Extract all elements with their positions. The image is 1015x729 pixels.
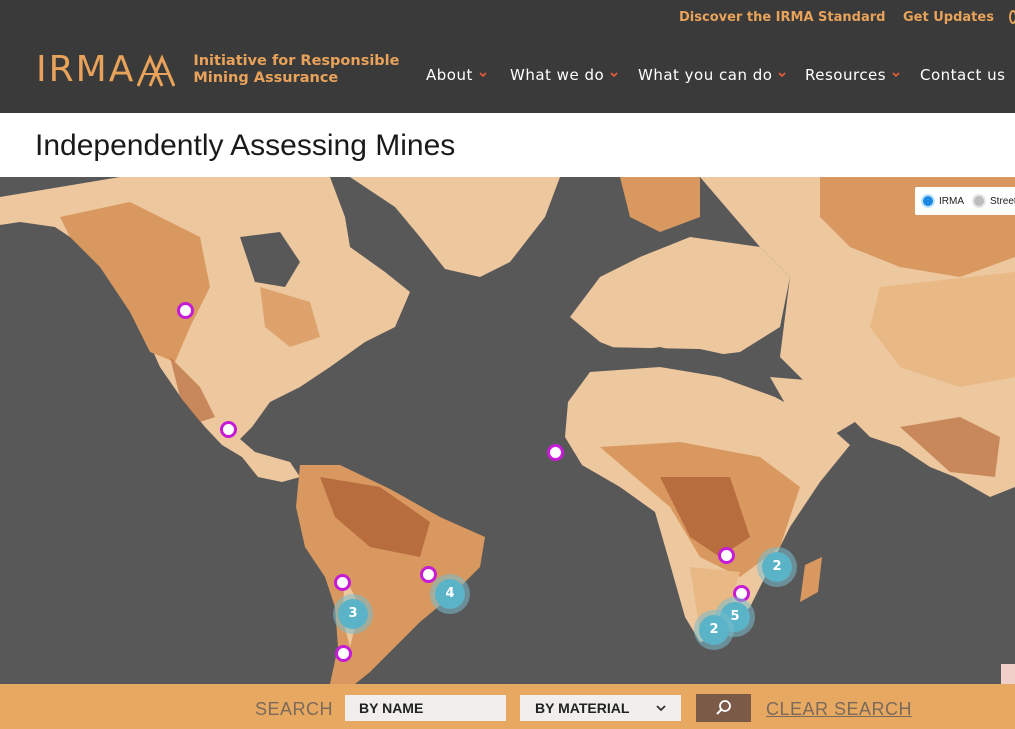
tagline-line-1: Initiative for Responsible	[193, 53, 400, 69]
mine-cluster[interactable]: 3	[333, 594, 373, 634]
map-basemap	[0, 177, 1015, 684]
nav-resources-label: Resources	[805, 66, 887, 84]
discover-standard-link[interactable]: Discover the IRMA Standard	[679, 10, 885, 25]
nav-what-you-can-do-label: What you can do	[638, 66, 773, 84]
street-layer-label[interactable]: Street	[990, 196, 1015, 207]
irma-layer-radio[interactable]	[921, 194, 935, 208]
search-bar: SEARCH BY MATERIAL CLEAR SEARCH	[0, 684, 1015, 729]
material-select[interactable]: BY MATERIAL	[520, 695, 681, 721]
irma-logo[interactable]: IRMA Initiative for Responsible Mining A…	[36, 48, 400, 92]
logo-tagline: Initiative for Responsible Mining Assura…	[193, 53, 399, 87]
street-layer-radio[interactable]	[972, 194, 986, 208]
cluster-count: 2	[762, 552, 792, 582]
chevron-down-icon	[610, 72, 618, 78]
layer-switcher: IRMA Street	[915, 187, 1015, 215]
map-attribution-edge[interactable]	[1001, 664, 1015, 684]
get-updates-link[interactable]: Get Updates	[903, 10, 994, 25]
nav-about-label: About	[426, 66, 473, 84]
nav-about[interactable]: About	[426, 66, 489, 84]
nav-contact-us-label: Contact us	[920, 66, 1006, 84]
chevron-down-icon	[778, 72, 786, 78]
mine-pin[interactable]	[334, 574, 351, 591]
title-band: Independently Assessing Mines	[0, 113, 1015, 177]
site-header: Discover the IRMA Standard Get Updates I…	[0, 0, 1015, 113]
chevron-down-icon	[479, 72, 487, 78]
cluster-count: 2	[699, 615, 729, 645]
mine-pin[interactable]	[177, 302, 194, 319]
nav-what-we-do[interactable]: What we do	[510, 66, 620, 84]
clear-search-link[interactable]: CLEAR SEARCH	[766, 699, 912, 720]
world-map[interactable]: IRMA Street 2 5 2 3 4	[0, 177, 1015, 684]
logo-mark-icon	[137, 54, 176, 87]
mine-pin[interactable]	[220, 421, 237, 438]
nav-resources[interactable]: Resources	[805, 66, 902, 84]
mine-pin[interactable]	[547, 444, 564, 461]
mine-cluster[interactable]: 2	[694, 610, 734, 650]
material-select-value: BY MATERIAL	[535, 700, 630, 716]
search-label: SEARCH	[255, 699, 334, 719]
mine-cluster[interactable]: 4	[430, 574, 470, 614]
page-title: Independently Assessing Mines	[35, 129, 456, 162]
mine-pin[interactable]	[335, 645, 352, 662]
nav-contact-us[interactable]: Contact us	[920, 66, 1005, 84]
mine-cluster[interactable]: 2	[757, 547, 797, 587]
logo-wordmark: IRMA	[36, 49, 136, 90]
utility-edge-icon[interactable]	[1009, 10, 1015, 24]
chevron-down-icon	[892, 72, 900, 78]
tagline-line-2: Mining Assurance	[193, 70, 339, 86]
search-button[interactable]	[696, 694, 751, 722]
search-icon	[715, 700, 731, 715]
cluster-count: 4	[435, 579, 465, 609]
nav-what-we-do-label: What we do	[510, 66, 605, 84]
nav-what-you-can-do[interactable]: What you can do	[638, 66, 788, 84]
mine-pin[interactable]	[718, 547, 735, 564]
chevron-down-icon	[656, 705, 666, 712]
cluster-count: 3	[338, 599, 368, 629]
search-by-name-input[interactable]	[345, 695, 506, 721]
irma-layer-label[interactable]: IRMA	[939, 196, 964, 207]
